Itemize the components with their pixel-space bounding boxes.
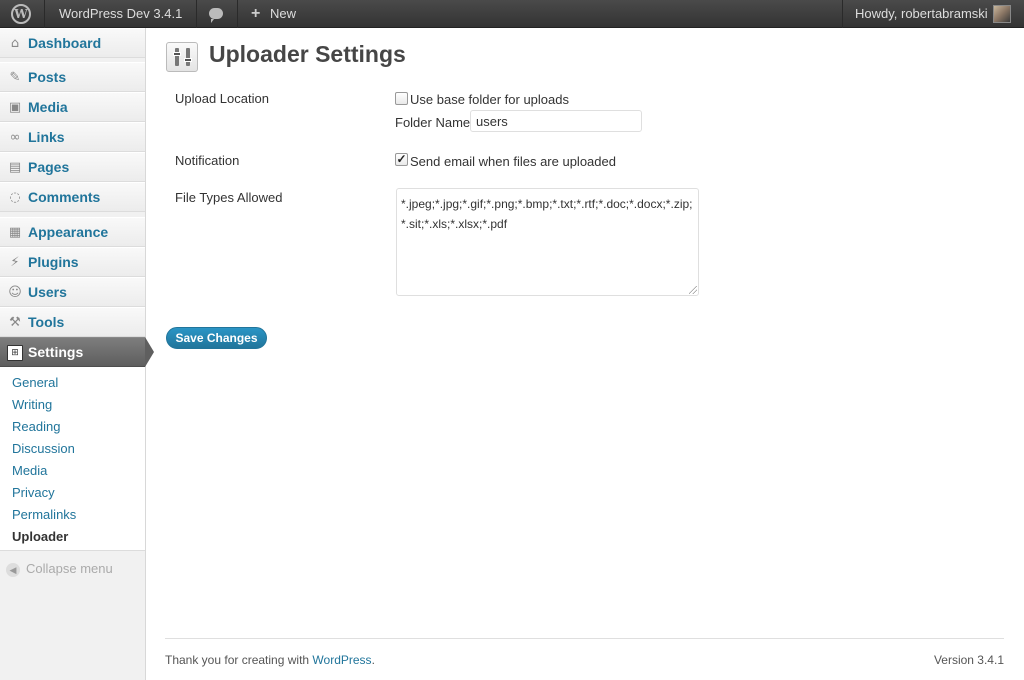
- file-types-textarea[interactable]: *.jpeg;*.jpg;*.gif;*.png;*.bmp;*.txt;*.r…: [396, 188, 699, 296]
- send-email-checkbox[interactable]: ✓: [395, 153, 408, 166]
- sidebar-item-label: Plugins: [28, 254, 79, 270]
- collapse-arrow-icon: ◀: [6, 562, 20, 577]
- file-types-value: *.jpeg;*.jpg;*.gif;*.png;*.bmp;*.txt;*.r…: [401, 197, 693, 231]
- sidebar-item-label: Posts: [28, 69, 67, 85]
- folder-name-label: Folder Name: [395, 115, 471, 130]
- submenu-item-uploader[interactable]: Uploader: [12, 529, 68, 544]
- sidebar-item-posts[interactable]: ✎ Posts: [0, 62, 145, 92]
- plug-icon: ⚡: [10, 255, 20, 270]
- send-email-label: Send email when files are uploaded: [410, 154, 616, 169]
- sidebar-item-label: Links: [28, 129, 65, 145]
- account-greeting[interactable]: Howdy, robertabramski: [855, 0, 988, 28]
- wordpress-link[interactable]: WordPress: [312, 653, 371, 667]
- sidebar-item-label: Dashboard: [28, 35, 102, 51]
- tools-icon: ⚒: [9, 315, 21, 330]
- sidebar-item-media[interactable]: ▣ Media: [0, 92, 145, 122]
- footer-period: .: [371, 653, 375, 667]
- upload-location-label: Upload Location: [175, 91, 269, 106]
- submenu-item-discussion[interactable]: Discussion: [12, 441, 75, 456]
- settings-submenu: General Writing Reading Discussion Media…: [0, 367, 145, 551]
- pages-icon: ▤: [8, 160, 22, 175]
- collapse-menu-label: Collapse menu: [26, 561, 113, 576]
- appearance-icon: ▦: [8, 225, 22, 240]
- slider-bar: [175, 48, 179, 66]
- settings-page-icon: [166, 42, 198, 72]
- plus-icon[interactable]: +: [251, 0, 260, 28]
- pushpin-icon: ✎: [9, 70, 21, 85]
- submenu-item-permalinks[interactable]: Permalinks: [12, 507, 76, 522]
- admin-bar-divider: [842, 0, 843, 28]
- sidebar-item-label: Pages: [28, 159, 70, 175]
- page-title: Uploader Settings: [209, 41, 406, 67]
- link-icon: ∞: [9, 130, 21, 145]
- footer-credits: Thank you for creating with WordPress.: [165, 653, 375, 667]
- settings-icon: ⊞: [7, 345, 23, 361]
- sidebar-item-dashboard[interactable]: ⌂ Dashboard: [0, 28, 145, 58]
- notification-label: Notification: [175, 153, 240, 168]
- comment-icon: ◌: [9, 190, 21, 205]
- slider-knob: [173, 52, 181, 56]
- admin-bar-divider: [237, 0, 238, 28]
- version-text: Version 3.4.1: [933, 653, 1004, 667]
- sidebar-item-plugins[interactable]: ⚡ Plugins: [0, 247, 145, 277]
- submenu-item-privacy[interactable]: Privacy: [12, 485, 55, 500]
- submenu-item-general[interactable]: General: [12, 375, 58, 390]
- site-name-link[interactable]: WordPress Dev 3.4.1: [59, 0, 182, 28]
- comment-bubble-icon[interactable]: [209, 8, 223, 23]
- media-icon: ▣: [8, 100, 22, 115]
- file-types-label: File Types Allowed: [175, 190, 283, 205]
- sidebar-item-comments[interactable]: ◌ Comments: [0, 182, 145, 212]
- collapse-menu-button[interactable]: ◀ Collapse menu: [6, 561, 113, 577]
- sidebar-item-users[interactable]: ☺ Users: [0, 277, 145, 307]
- admin-sidebar: ⌂ Dashboard ✎ Posts ▣ Media ∞ Links ▤ Pa…: [0, 28, 154, 680]
- save-changes-button[interactable]: Save Changes: [166, 327, 267, 349]
- wordpress-logo-icon[interactable]: W: [11, 4, 31, 24]
- sidebar-item-tools[interactable]: ⚒ Tools: [0, 307, 145, 337]
- folder-name-input[interactable]: [470, 110, 642, 132]
- sidebar-item-label: Settings: [28, 344, 84, 360]
- sidebar-item-label: Comments: [28, 189, 101, 205]
- slider-bar: [186, 48, 190, 66]
- footer-divider: [165, 638, 1004, 639]
- submenu-item-writing[interactable]: Writing: [12, 397, 52, 412]
- sidebar-item-pages[interactable]: ▤ Pages: [0, 152, 145, 182]
- sidebar-item-settings[interactable]: ⊞ Settings: [0, 337, 154, 367]
- home-icon: ⌂: [10, 36, 20, 51]
- sidebar-item-appearance[interactable]: ▦ Appearance: [0, 217, 145, 247]
- admin-bar-divider: [44, 0, 45, 28]
- slider-knob: [184, 58, 192, 62]
- admin-bar: W WordPress Dev 3.4.1 + New Howdy, rober…: [0, 0, 1024, 28]
- sidebar-item-label: Appearance: [28, 224, 109, 240]
- resize-handle-icon[interactable]: [689, 286, 697, 294]
- sidebar-item-label: Users: [28, 284, 67, 300]
- base-folder-checkbox[interactable]: [395, 92, 408, 105]
- footer-thanks-text: Thank you for creating with: [165, 653, 310, 667]
- new-content-link[interactable]: New: [270, 0, 296, 28]
- sidebar-item-links[interactable]: ∞ Links: [0, 122, 145, 152]
- avatar[interactable]: [993, 5, 1011, 23]
- base-folder-label: Use base folder for uploads: [410, 92, 569, 107]
- sidebar-item-label: Media: [28, 99, 68, 115]
- sidebar-item-label: Tools: [28, 314, 65, 330]
- submenu-item-reading[interactable]: Reading: [12, 419, 60, 434]
- users-icon: ☺: [8, 285, 22, 300]
- submenu-item-media[interactable]: Media: [12, 463, 47, 478]
- admin-bar-divider: [196, 0, 197, 28]
